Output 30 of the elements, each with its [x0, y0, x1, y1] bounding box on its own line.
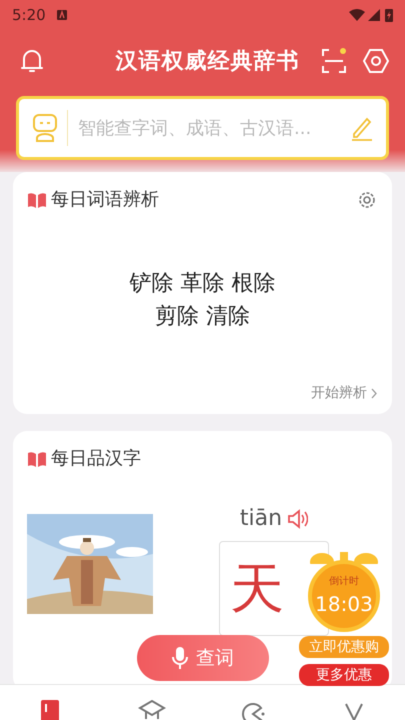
microphone-icon: [172, 646, 188, 670]
chat-face-icon[interactable]: [239, 700, 268, 720]
book-icon: [27, 192, 47, 208]
countdown-label: 倒计时: [329, 574, 359, 588]
bell-icon[interactable]: [20, 48, 44, 74]
signal-icon: [368, 9, 380, 21]
robot-icon: [31, 113, 59, 143]
status-time: 5:20: [12, 4, 46, 26]
graduation-cap-icon[interactable]: [138, 700, 166, 720]
lookup-button[interactable]: 查词: [137, 635, 269, 681]
search-field[interactable]: 智能查字词、成语、古汉语...: [16, 96, 389, 160]
scan-icon[interactable]: [321, 48, 347, 74]
search-input[interactable]: 智能查字词、成语、古汉语...: [76, 114, 340, 142]
card-title: 每日品汉字: [51, 447, 141, 471]
book-icon: [27, 450, 47, 466]
countdown-time: 18:03: [315, 590, 373, 618]
chevron-icon: [371, 388, 378, 399]
card-title: 每日词语辨析: [51, 188, 160, 212]
character: 天: [230, 556, 284, 622]
battery-icon: [385, 8, 393, 22]
pinyin: tiān: [240, 505, 282, 533]
settings-icon[interactable]: [363, 48, 389, 74]
offer-button[interactable]: 立即优惠购: [299, 636, 389, 658]
word-list: 铲除 革除 根除 剪除 清除: [27, 267, 378, 333]
start-link[interactable]: 开始辨析: [311, 383, 378, 404]
wifi-icon: [349, 9, 365, 21]
speaker-icon[interactable]: [286, 508, 308, 530]
offer-button[interactable]: 更多优惠: [299, 664, 389, 686]
notification-icon: [56, 9, 68, 21]
app-title: 汉语权威经典辞书: [114, 46, 300, 76]
